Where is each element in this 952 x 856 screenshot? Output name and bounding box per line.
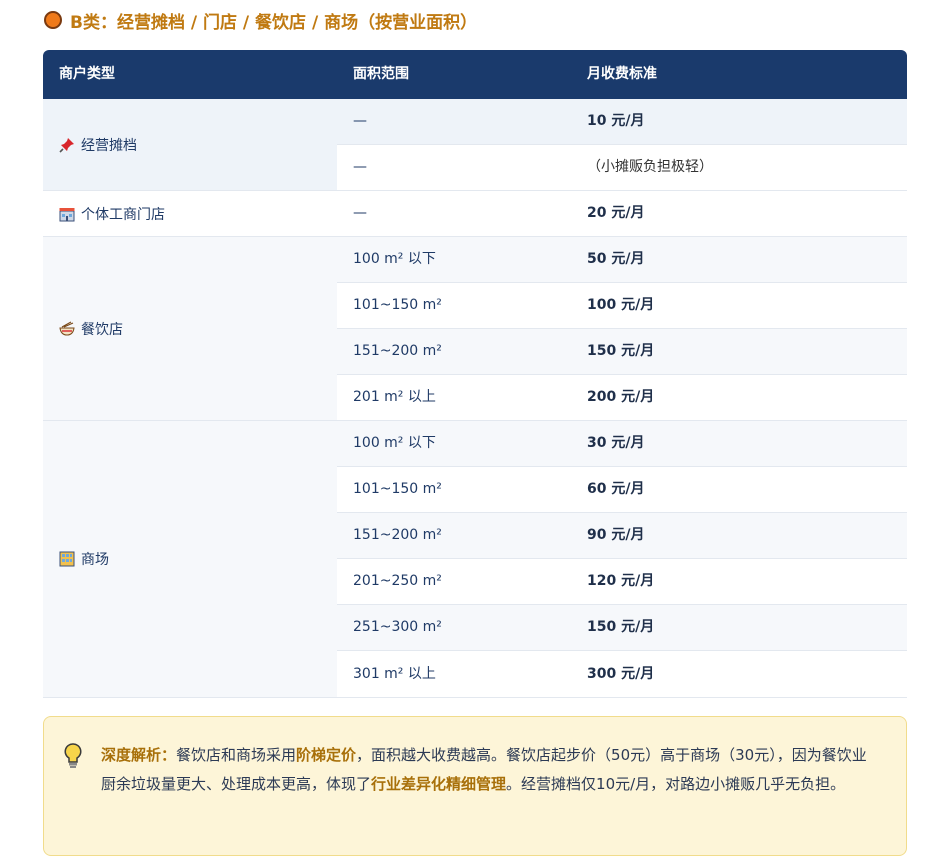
area-cell: 100 m² 以下	[353, 435, 436, 451]
col-header-type: 商户类型	[59, 66, 115, 82]
table-row: 201~250 m² 120 元/月	[337, 559, 907, 605]
table-row: 100 m² 以下 50 元/月	[337, 237, 907, 283]
area-cell: 201 m² 以上	[353, 389, 436, 405]
mall-building-icon	[59, 551, 75, 567]
type-cell: 个体工商门店	[43, 191, 337, 236]
fee-cell: 150 元/月	[587, 619, 655, 635]
area-cell: 101~150 m²	[353, 297, 442, 313]
fee-cell: 120 元/月	[587, 573, 655, 589]
area-cell: —	[353, 113, 367, 129]
table-group-shop: 个体工商门店 — 20 元/月	[43, 191, 907, 237]
table-row: 201 m² 以上 200 元/月	[337, 375, 907, 420]
fee-cell: 50 元/月	[587, 251, 645, 267]
table-row: 100 m² 以下 30 元/月	[337, 421, 907, 467]
type-cell: 经营摊档	[43, 99, 337, 190]
table-group-mall: 商场 100 m² 以下 30 元/月 101~150 m² 60 元/月 15…	[43, 421, 907, 698]
type-label: 经营摊档	[81, 137, 137, 154]
type-label: 个体工商门店	[81, 206, 165, 223]
fee-cell: 60 元/月	[587, 481, 645, 497]
fee-cell: 10 元/月	[587, 113, 645, 129]
table-row: — 10 元/月	[337, 99, 907, 145]
callout-label: 深度解析：	[101, 746, 177, 764]
table-header: 商户类型 面积范围 月收费标准	[43, 50, 907, 99]
table-row: 101~150 m² 100 元/月	[337, 283, 907, 329]
col-header-fee: 月收费标准	[587, 66, 657, 82]
table-row: 101~150 m² 60 元/月	[337, 467, 907, 513]
area-cell: 301 m² 以上	[353, 666, 436, 682]
section-heading: B类：经营摊档 / 门店 / 餐饮店 / 商场（按营业面积）	[44, 8, 478, 33]
area-cell: 151~200 m²	[353, 527, 442, 543]
table-row: 301 m² 以上 300 元/月	[337, 651, 907, 697]
orange-circle-icon	[44, 11, 62, 29]
table-row: — （小摊贩负担极轻）	[337, 145, 907, 190]
fee-cell: 90 元/月	[587, 527, 645, 543]
area-cell: 101~150 m²	[353, 481, 442, 497]
type-cell: 商场	[43, 421, 337, 697]
fee-cell: 100 元/月	[587, 297, 655, 313]
callout-highlight-2: 行业差异化精细管理	[371, 775, 507, 793]
area-cell: —	[353, 205, 367, 221]
fee-cell: 300 元/月	[587, 666, 655, 682]
area-cell: 201~250 m²	[353, 573, 442, 589]
table-row: 251~300 m² 150 元/月	[337, 605, 907, 651]
area-cell: 251~300 m²	[353, 619, 442, 635]
table-row: — 20 元/月	[337, 191, 907, 236]
area-cell: 151~200 m²	[353, 343, 442, 359]
fee-table: 商户类型 面积范围 月收费标准 经营摊档 — 10 元/月 — （小摊贩负担极轻…	[43, 50, 907, 698]
lightbulb-icon	[64, 743, 82, 769]
fee-cell: 150 元/月	[587, 343, 655, 359]
table-group-restaurant: 餐饮店 100 m² 以下 50 元/月 101~150 m² 100 元/月 …	[43, 237, 907, 421]
area-cell: —	[353, 159, 367, 175]
noodle-bowl-icon	[59, 320, 75, 337]
table-group-stall: 经营摊档 — 10 元/月 — （小摊贩负担极轻）	[43, 99, 907, 191]
fee-cell: 20 元/月	[587, 205, 645, 221]
note-cell: （小摊贩负担极轻）	[587, 159, 713, 175]
col-header-area: 面积范围	[353, 66, 409, 82]
analysis-callout: 深度解析：餐饮店和商场采用阶梯定价，面积越大收费越高。餐饮店起步价（50元）高于…	[43, 716, 907, 856]
type-label: 餐饮店	[81, 321, 123, 338]
section-title: B类：经营摊档 / 门店 / 餐饮店 / 商场（按营业面积）	[70, 12, 478, 33]
table-row: 151~200 m² 150 元/月	[337, 329, 907, 375]
type-label: 商场	[81, 552, 109, 568]
callout-text-1: 餐饮店和商场采用	[176, 746, 297, 764]
callout-text-3: 。经营摊档仅10元/月，对路边小摊贩几乎无负担。	[506, 775, 846, 793]
pushpin-icon	[59, 137, 75, 153]
area-cell: 100 m² 以下	[353, 251, 436, 267]
store-icon	[59, 206, 75, 222]
fee-cell: 30 元/月	[587, 435, 645, 451]
type-cell: 餐饮店	[43, 237, 337, 420]
fee-cell: 200 元/月	[587, 389, 655, 405]
table-row: 151~200 m² 90 元/月	[337, 513, 907, 559]
callout-highlight-1: 阶梯定价	[296, 746, 357, 764]
